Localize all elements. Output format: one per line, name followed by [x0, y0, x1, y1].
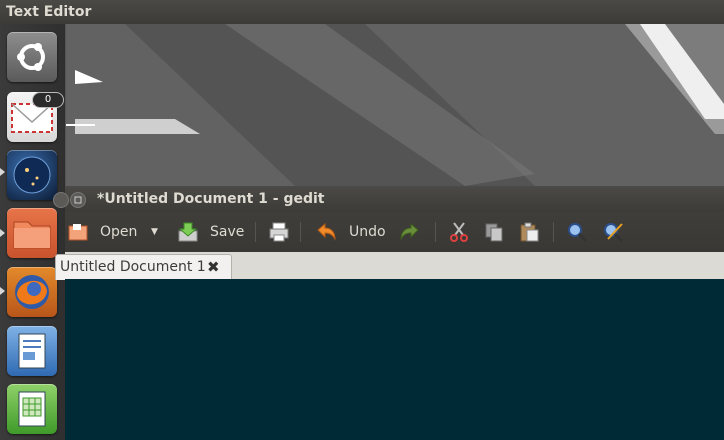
ubuntu-logo-icon: [17, 43, 45, 71]
mail-launcher-button[interactable]: 0: [7, 92, 64, 142]
tab-label: Untitled Document 1: [60, 259, 206, 275]
cut-icon[interactable]: [448, 221, 470, 243]
tab-untitled-document-1[interactable]: Untitled Document 1 ✖: [55, 254, 232, 280]
find-icon[interactable]: [566, 221, 588, 243]
spreadsheet-icon: [18, 391, 46, 427]
mail-count-badge: 0: [32, 92, 64, 108]
running-indicator: [0, 287, 5, 295]
window-title: *Untitled Document 1 - gedit: [97, 191, 325, 207]
desktop-wallpaper: [65, 24, 724, 186]
save-button[interactable]: Save: [210, 220, 244, 244]
browser-globe-button[interactable]: [7, 150, 57, 200]
files-button[interactable]: [7, 208, 57, 258]
app-title: Text Editor: [6, 4, 92, 20]
calc-button[interactable]: [7, 384, 57, 434]
firefox-icon: [15, 275, 49, 309]
toolbar: Open ▼ Save Undo: [65, 212, 724, 252]
undo-icon[interactable]: [315, 221, 337, 243]
globe-icon: [13, 156, 51, 194]
launcher: 0: [0, 24, 66, 440]
toolbar-separator: [300, 222, 301, 242]
top-panel: Text Editor: [0, 0, 724, 24]
running-indicator: [0, 229, 5, 237]
gedit-window: *Untitled Document 1 - gedit Open ▼ Save…: [53, 186, 724, 440]
close-window-button[interactable]: [53, 192, 69, 208]
find-replace-icon[interactable]: [602, 221, 624, 243]
wallpaper-graphic: [65, 24, 724, 186]
open-recent-dropdown[interactable]: ▼: [151, 220, 158, 244]
text-editor-area[interactable]: [65, 279, 724, 440]
firefox-button[interactable]: [7, 267, 57, 317]
document-icon: [18, 333, 46, 369]
toolbar-separator: [553, 222, 554, 242]
toolbar-separator: [255, 222, 256, 242]
dash-home-button[interactable]: [7, 32, 57, 82]
window-titlebar[interactable]: *Untitled Document 1 - gedit: [53, 186, 724, 212]
paste-icon[interactable]: [518, 221, 540, 243]
folder-icon: [13, 221, 51, 249]
copy-icon[interactable]: [483, 221, 505, 243]
undo-button[interactable]: Undo: [349, 220, 386, 244]
maximize-icon: [74, 196, 82, 204]
open-folder-icon[interactable]: [67, 221, 89, 243]
toolbar-separator: [435, 222, 436, 242]
save-icon[interactable]: [177, 221, 199, 243]
maximize-window-button[interactable]: [70, 192, 86, 208]
running-indicator: [0, 168, 5, 176]
redo-icon[interactable]: [399, 221, 421, 243]
writer-button[interactable]: [7, 326, 57, 376]
tab-close-icon[interactable]: ✖: [207, 255, 220, 279]
tab-bar: Untitled Document 1 ✖: [55, 252, 724, 280]
open-button[interactable]: Open: [100, 220, 137, 244]
print-icon[interactable]: [268, 221, 290, 243]
